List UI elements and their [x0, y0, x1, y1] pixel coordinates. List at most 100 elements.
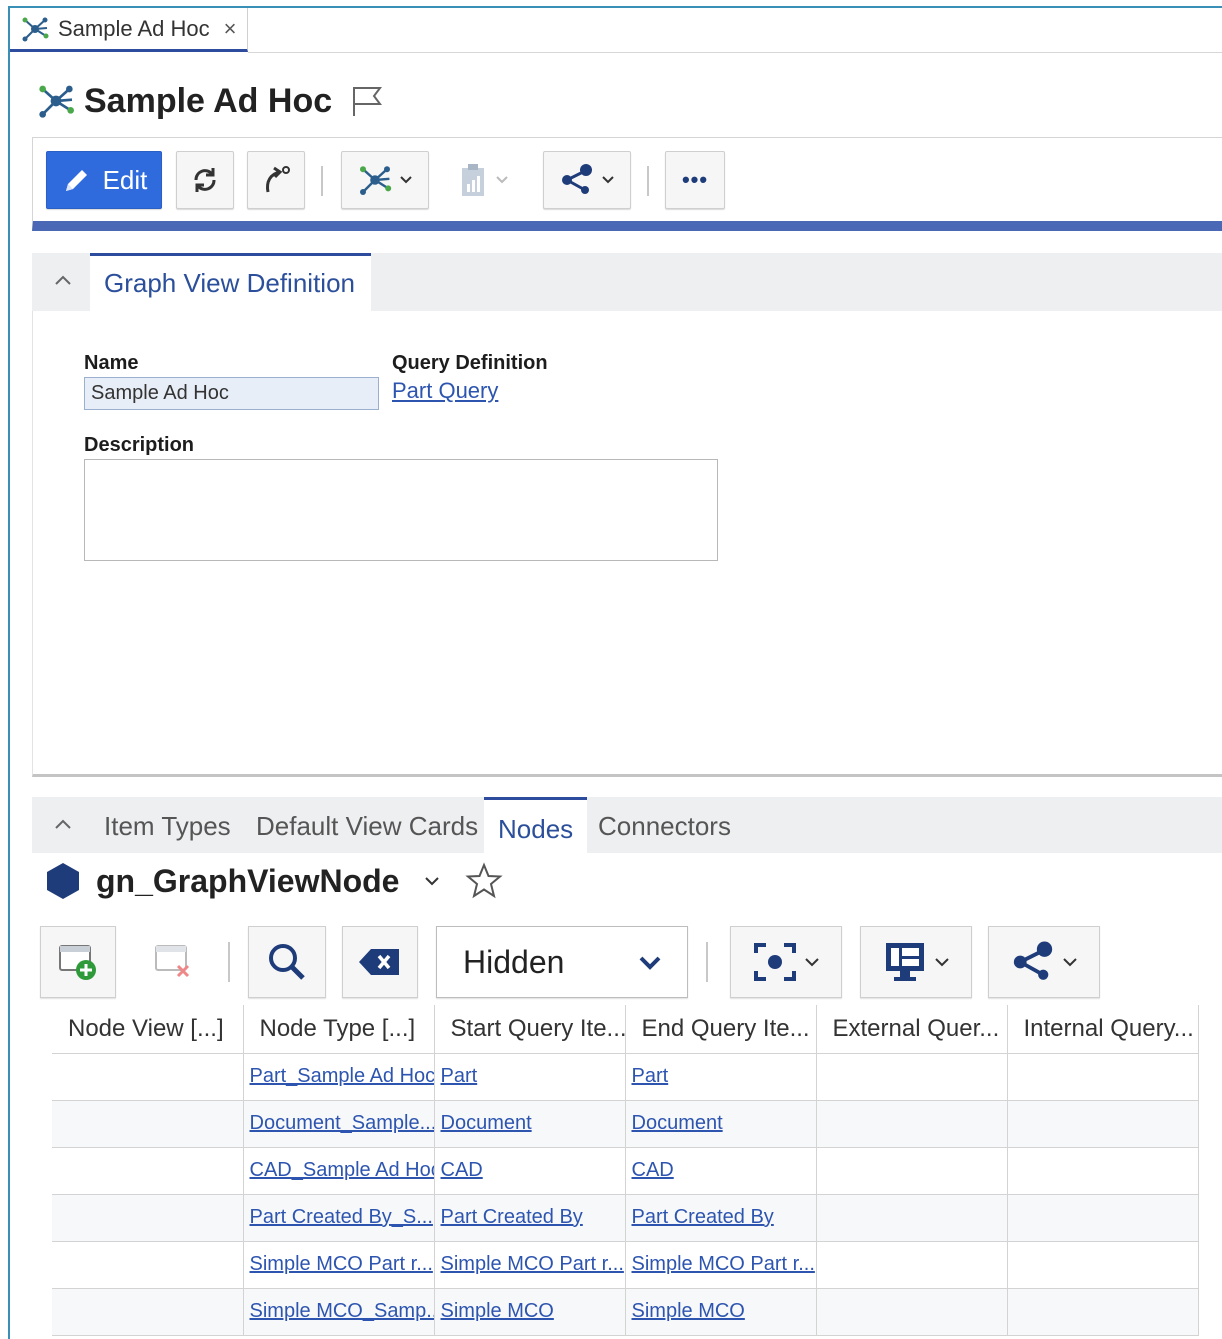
- grid-cell[interactable]: [1007, 1100, 1199, 1148]
- grid-cell[interactable]: [52, 1053, 244, 1101]
- table-row[interactable]: Document_Sample... Document Document: [52, 1100, 1199, 1148]
- close-icon[interactable]: ×: [224, 16, 237, 42]
- grid-cell-link[interactable]: Part: [625, 1053, 817, 1101]
- table-row[interactable]: Part Created By_S... Part Created By Par…: [52, 1194, 1199, 1242]
- grid-cell-link[interactable]: Part_Sample Ad Hoc: [243, 1053, 435, 1101]
- grid-cell[interactable]: [1007, 1288, 1199, 1336]
- chevron-down-icon: [602, 176, 614, 184]
- graph-view-icon: [360, 166, 392, 195]
- star-icon[interactable]: [465, 862, 504, 900]
- more-options-button[interactable]: •••: [665, 151, 725, 209]
- column-header[interactable]: Node View [...]: [52, 1005, 244, 1054]
- clear-search-button[interactable]: [342, 926, 418, 998]
- grid-cell[interactable]: [52, 1241, 244, 1289]
- grid-cell[interactable]: [52, 1194, 244, 1242]
- grid-cell-link[interactable]: Simple MCO: [625, 1288, 817, 1336]
- table-row[interactable]: Simple MCO Part r... Simple MCO Part r..…: [52, 1241, 1199, 1289]
- tab-label: Graph View Definition: [104, 268, 355, 298]
- grid-cell-link[interactable]: Part Created By: [434, 1194, 626, 1242]
- grid-cell-link[interactable]: CAD: [434, 1147, 626, 1195]
- document-tab[interactable]: Sample Ad Hoc ×: [10, 8, 248, 52]
- grid-cell[interactable]: [52, 1100, 244, 1148]
- workflow-button[interactable]: [247, 151, 305, 209]
- query-definition-label: Query Definition: [392, 352, 548, 374]
- grid-cell-link[interactable]: Simple MCO: [434, 1288, 626, 1336]
- hexagon-icon: [47, 863, 79, 899]
- grid-cell[interactable]: [816, 1147, 1008, 1195]
- table-row[interactable]: Simple MCO_Samp... Simple MCO Simple MCO: [52, 1288, 1199, 1336]
- grid-cell-link[interactable]: Part Created By: [625, 1194, 817, 1242]
- itemtype-name: gn_GraphViewNode: [96, 862, 400, 899]
- grid-cell-link[interactable]: Document: [434, 1100, 626, 1148]
- grid-cell[interactable]: [52, 1288, 244, 1336]
- column-header[interactable]: Node Type [...]: [243, 1005, 435, 1054]
- nodes-grid: Node View [...] Node Type [...] Start Qu…: [52, 1005, 1199, 1336]
- chevron-down-icon: [1063, 958, 1077, 967]
- chevron-up-icon[interactable]: [48, 809, 78, 839]
- table-row[interactable]: Part_Sample Ad Hoc Part Part: [52, 1053, 1199, 1101]
- column-header[interactable]: End Query Ite...: [625, 1005, 817, 1054]
- chevron-down-icon[interactable]: [421, 870, 443, 892]
- main-toolbar: Edit •••: [32, 137, 1222, 231]
- view-mode-menu-button[interactable]: [860, 926, 972, 998]
- grid-cell[interactable]: [52, 1147, 244, 1195]
- chevron-down-icon: [935, 958, 949, 967]
- name-field[interactable]: [84, 377, 379, 410]
- grid-cell[interactable]: [816, 1100, 1008, 1148]
- query-definition-link[interactable]: Part Query: [392, 378, 498, 404]
- relationship-tabs: Item Types Default View Cards Nodes Conn…: [32, 797, 1222, 853]
- itemtype-selector: gn_GraphViewNode: [44, 858, 504, 904]
- grid-cell[interactable]: [1007, 1241, 1199, 1289]
- grid-share-menu-button[interactable]: [988, 926, 1100, 998]
- column-header[interactable]: External Quer...: [816, 1005, 1008, 1054]
- delete-row-button[interactable]: [136, 926, 212, 998]
- edit-button[interactable]: Edit: [46, 151, 162, 209]
- flag-icon[interactable]: [350, 84, 386, 118]
- column-header[interactable]: Start Query Ite...: [434, 1005, 626, 1054]
- search-mode-select[interactable]: Hidden: [436, 926, 688, 998]
- grid-cell-link[interactable]: Part: [434, 1053, 626, 1101]
- route-icon: [266, 166, 290, 193]
- grid-cell[interactable]: [816, 1194, 1008, 1242]
- grid-cell[interactable]: [816, 1241, 1008, 1289]
- grid-header-row: Node View [...] Node Type [...] Start Qu…: [52, 1005, 1199, 1054]
- grid-cell-link[interactable]: Simple MCO Part r...: [625, 1241, 817, 1289]
- grid-cell[interactable]: [1007, 1053, 1199, 1101]
- chevron-up-icon[interactable]: [48, 265, 78, 295]
- search-button[interactable]: [248, 926, 326, 998]
- grid-cell-link[interactable]: CAD: [625, 1147, 817, 1195]
- focus-menu-button[interactable]: [730, 926, 842, 998]
- grid-cell-link[interactable]: Document_Sample...: [243, 1100, 435, 1148]
- grid-cell-link[interactable]: CAD_Sample Ad Hoc: [243, 1147, 435, 1195]
- grid-cell-link[interactable]: Document: [625, 1100, 817, 1148]
- column-header[interactable]: Internal Query...: [1007, 1005, 1199, 1054]
- toolbar-separator: [647, 166, 649, 196]
- grid-cell-link[interactable]: Simple MCO_Samp...: [243, 1288, 435, 1336]
- table-row[interactable]: CAD_Sample Ad Hoc CAD CAD: [52, 1147, 1199, 1195]
- description-field[interactable]: [84, 459, 718, 561]
- tab-connectors[interactable]: Connectors: [598, 797, 731, 853]
- page-title: Sample Ad Hoc: [84, 81, 333, 120]
- grid-cell[interactable]: [1007, 1194, 1199, 1242]
- grid-cell[interactable]: [816, 1053, 1008, 1101]
- chevron-down-icon: [400, 176, 412, 184]
- tab-item-types[interactable]: Item Types: [104, 797, 231, 853]
- grid-cell[interactable]: [1007, 1147, 1199, 1195]
- report-menu-button[interactable]: [443, 151, 523, 209]
- grid-cell[interactable]: [816, 1288, 1008, 1336]
- search-mode-value: Hidden: [463, 943, 565, 980]
- grid-cell-link[interactable]: Simple MCO Part r...: [434, 1241, 626, 1289]
- tab-label: Sample Ad Hoc: [58, 15, 210, 41]
- tab-graph-view-definition[interactable]: Graph View Definition: [90, 253, 371, 311]
- chevron-down-icon: [496, 176, 508, 184]
- section-header: Graph View Definition: [32, 253, 1222, 311]
- grid-cell-link[interactable]: Simple MCO Part r...: [243, 1241, 435, 1289]
- refresh-button[interactable]: [176, 151, 234, 209]
- grid-cell-link[interactable]: Part Created By_S...: [243, 1194, 435, 1242]
- tab-default-view-cards[interactable]: Default View Cards: [256, 797, 478, 853]
- share-menu-button[interactable]: [543, 151, 631, 209]
- add-row-button[interactable]: [40, 926, 116, 998]
- tab-strip-divider: [248, 52, 1222, 53]
- tab-nodes[interactable]: Nodes: [484, 797, 588, 853]
- graph-view-menu-button[interactable]: [341, 151, 429, 209]
